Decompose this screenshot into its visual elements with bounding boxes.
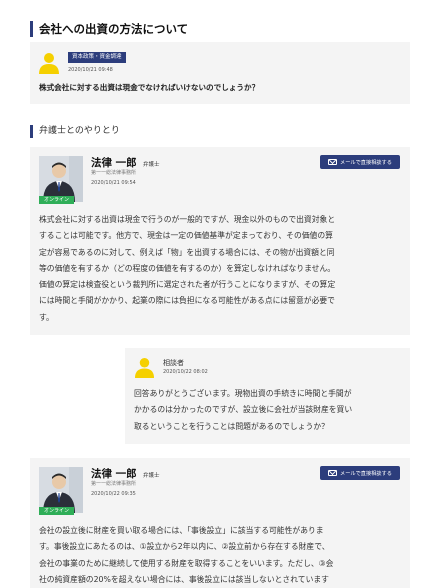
answer-line: す。事後設立にあたるのは、①設立から2年以内に、②設立前から存在する財産で、 (39, 542, 330, 552)
online-status-badge: オンライン (39, 507, 74, 515)
answer-body: 会社の設立後に財産を買い取る場合には、「事後設立」に該当する可能性がありま す。… (39, 523, 401, 588)
answer-line: することは可能です。他方で、現金は一定の価値基準が定まっており、その価値の算 (39, 231, 333, 241)
reply-line: 回答ありがとうございます。現物出資の手続きに時間と手間が (134, 389, 352, 398)
page: 会社への出資の方法について 資本政策・資金調達 2020/10/21 09:48… (0, 0, 445, 588)
question-text: 株式会社に対する出資は現金でなければいけないのでしょうか？ (39, 83, 260, 92)
person-avatar-icon (135, 358, 154, 378)
mail-consult-button[interactable]: メールで直接相談する (320, 466, 400, 480)
answer-line: 株式会社に対する出資は現金で行うのが一般的ですが、現金以外のもので出資対象と (39, 215, 336, 224)
lawyer-title: 弁護士 (143, 162, 160, 168)
answer-line: には時間と手間がかかり、起業の際には負担になる可能性がある点には留意が必要で (39, 296, 335, 306)
lawyer-name[interactable]: 法律 一郎 (91, 155, 137, 170)
lawyer-title: 弁護士 (143, 473, 160, 479)
lawyer-office: 第一一総法律事務所 (91, 170, 137, 176)
answer-line: 定が容易であるのに対して、例えば「物」を出資する場合には、その物が出資額と同 (39, 247, 335, 257)
answer-line: 会社の設立後に財産を買い取る場合には、「事後設立」に該当する可能性がありま (39, 526, 324, 535)
exchange-heading: 弁護士とのやりとり (30, 125, 120, 138)
answer-line: 等の価値を有するか（どの程度の価値を有するのか）を算定しなければなりません。 (39, 263, 336, 273)
question-timestamp: 2020/10/21 09:48 (68, 67, 113, 73)
person-avatar-icon (39, 53, 59, 74)
answer-line: 価値の算定は検査役という裁判所に選定された者が行うことになりますが、その算定 (39, 280, 336, 290)
online-status-badge: オンライン (39, 196, 74, 204)
reply-timestamp: 2020/10/22 08:02 (163, 369, 208, 375)
reply-body: 回答ありがとうございます。現物出資の手続きに時間と手間が かかるのは分かったので… (134, 386, 402, 435)
question-card: 資本政策・資金調達 2020/10/21 09:48 株式会社に対する出資は現金… (30, 42, 410, 104)
reply-line: かかるのは分かったのですが、設立後に会社が当該財産を買い (134, 405, 353, 415)
mail-icon (328, 470, 338, 476)
mail-consult-button[interactable]: メールで直接相談する (320, 155, 400, 169)
consultant-label: 相談者 (163, 359, 184, 367)
answer-timestamp: 2020/10/21 09:54 (91, 180, 136, 186)
question-category-badge[interactable]: 資本政策・資金調達 (68, 52, 126, 63)
answer-body: 株式会社に対する出資は現金で行うのが一般的ですが、現金以外のもので出資対象と す… (39, 212, 401, 326)
lawyer-office: 第一一総法律事務所 (91, 481, 137, 487)
lawyer-answer-card: オンライン 法律 一郎 弁護士 第一一総法律事務所 2020/10/21 09:… (30, 147, 410, 335)
consultant-reply-card: 相談者 2020/10/22 08:02 回答ありがとうございます。現物出資の手… (125, 348, 410, 444)
reply-line: 取るということを行うことは問題があるのでしょうか？ (134, 421, 329, 431)
mail-icon (328, 159, 338, 165)
answer-line: 社の純資産額の20%を超えない場合には、事後設立には該当しないとされています (39, 574, 329, 584)
answer-line: 会社の事業のために継続して使用する財産を取得することをいいます。ただし、③会 (39, 558, 334, 568)
answer-timestamp: 2020/10/22 09:35 (91, 491, 136, 497)
lawyer-name[interactable]: 法律 一郎 (91, 466, 137, 481)
answer-line: す。 (39, 312, 54, 322)
page-title: 会社への出資の方法について (30, 21, 188, 37)
mail-consult-label: メールで直接相談する (340, 159, 392, 166)
mail-consult-label: メールで直接相談する (340, 470, 392, 477)
lawyer-answer-card: オンライン 法律 一郎 弁護士 第一一総法律事務所 2020/10/22 09:… (30, 458, 410, 588)
